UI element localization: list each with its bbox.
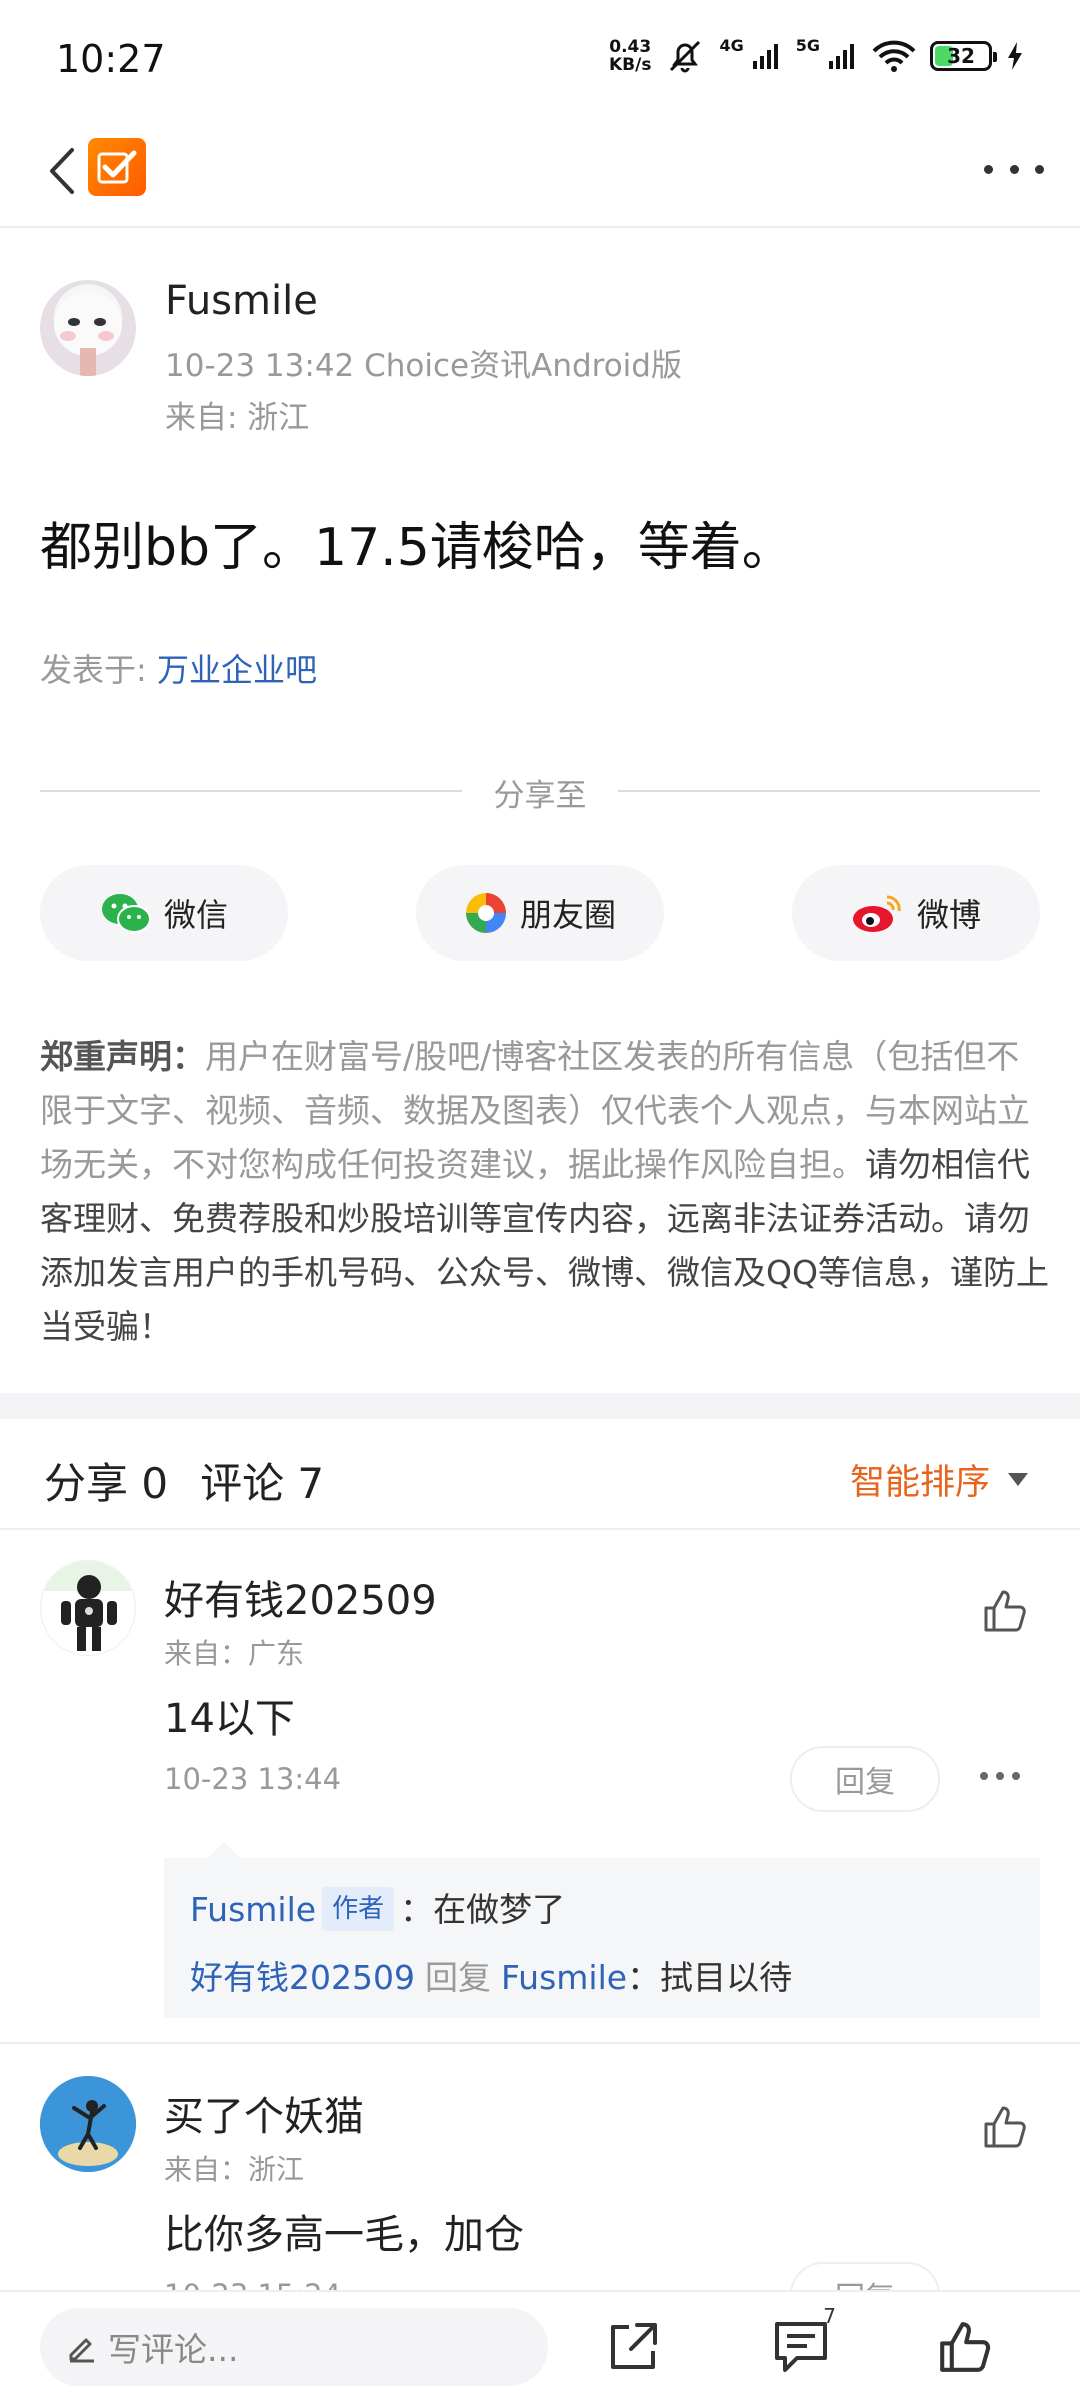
sort-dropdown[interactable]: 智能排序 <box>850 1454 1028 1505</box>
network-speed: 0.43 KB/s <box>609 37 652 75</box>
section-divider <box>0 1393 1080 1419</box>
post-content: 都别bb了。17.5请梭哈，等着。 <box>40 518 794 578</box>
comment-item: 好有钱202509 来自：广东 14以下 10-23 13:44 回复 Fusm… <box>0 1560 1080 2040</box>
author-location: 来自: 浙江 <box>165 400 310 436</box>
status-bar: 10:27 0.43 KB/s 4G 5G 32 <box>0 0 1080 118</box>
reply-target[interactable]: Fusmile <box>501 1958 627 1997</box>
author-avatar[interactable] <box>40 280 136 376</box>
commenter-location: 来自：广东 <box>164 1637 305 1670</box>
wechat-icon <box>101 894 151 933</box>
commenter-avatar[interactable] <box>40 1560 136 1656</box>
posted-in: 发表于: 万业企业吧 <box>40 651 317 689</box>
commenter-name[interactable]: 好有钱202509 <box>164 1568 437 1626</box>
comment-header: 分享 0 评论 7 智能排序 <box>0 1420 1080 1530</box>
comment-bubble-icon <box>775 2322 827 2372</box>
pencil-icon <box>69 2338 94 2363</box>
comment-item: 买了个妖猫 来自：浙江 比你多高一毛，加仓 10-23 15:24 回复 <box>0 2076 1080 2290</box>
comment-separator <box>0 2042 1080 2044</box>
share-button[interactable] <box>600 2314 666 2380</box>
dropdown-triangle-icon <box>1008 1473 1028 1486</box>
app-logo[interactable] <box>88 138 146 196</box>
chevron-left-icon <box>50 148 74 194</box>
like-post-button[interactable] <box>932 2314 998 2380</box>
post-author-block: Fusmile 10-23 13:42 Choice资讯Android版 来自:… <box>40 278 1040 438</box>
skydiver-avatar-illustration <box>40 2076 136 2172</box>
moments-icon <box>465 893 506 933</box>
reply-thread: Fusmile 作者 ：在做梦了 好有钱202509 回复 Fusmile：拭目以待 <box>164 1842 1040 2018</box>
commenter-location: 来自：浙江 <box>164 2153 305 2186</box>
avatar-illustration <box>54 292 122 376</box>
thumbs-up-icon <box>940 2322 991 2372</box>
commenter-avatar[interactable] <box>40 2076 136 2172</box>
disclaimer-title: 郑重声明： <box>40 1037 205 1076</box>
like-button[interactable] <box>980 2102 1030 2152</box>
wifi-icon <box>872 40 916 72</box>
reply-user[interactable]: 好有钱202509 <box>190 1958 415 1997</box>
share-divider: 分享至 <box>40 770 1040 814</box>
thumbs-up-icon <box>984 1590 1026 1632</box>
battery-indicator: 32 <box>930 41 997 71</box>
status-icons: 0.43 KB/s 4G 5G 32 <box>609 36 1024 76</box>
post-meta: 10-23 13:42 Choice资讯Android版 <box>165 348 682 384</box>
share-count[interactable]: 分享 0 <box>44 1459 168 1508</box>
signal-4g-label: 4G <box>719 36 744 55</box>
comment-time: 10-23 13:44 <box>164 1762 342 1796</box>
back-button[interactable] <box>36 140 86 202</box>
thumbs-up-icon <box>984 2106 1026 2148</box>
reply-user[interactable]: Fusmile <box>190 1890 316 1929</box>
author-name[interactable]: Fusmile <box>165 278 318 324</box>
comment-more-button[interactable] <box>980 1772 1020 1782</box>
share-moments-button[interactable]: 朋友圈 <box>416 865 664 961</box>
top-nav-bar <box>0 118 1080 228</box>
bottom-action-bar: 写评论... 7 <box>0 2290 1080 2400</box>
comment-text: 比你多高一毛，加仓 <box>164 2212 524 2258</box>
more-options-button[interactable] <box>984 154 1044 184</box>
share-weibo-button[interactable]: 微博 <box>792 865 1040 961</box>
comment-count-badge: 7 <box>823 2304 836 2328</box>
comment-count[interactable]: 评论 7 <box>200 1459 324 1508</box>
weibo-icon <box>852 895 901 932</box>
checkmark-icon <box>97 150 137 184</box>
charging-icon <box>1008 42 1022 70</box>
author-tag: 作者 <box>322 1887 395 1931</box>
comment-input[interactable]: 写评论... <box>40 2308 548 2386</box>
share-external-icon <box>611 2323 657 2369</box>
share-wechat-button[interactable]: 微信 <box>40 865 288 961</box>
status-time: 10:27 <box>56 37 166 81</box>
signal-5g-icon <box>829 44 854 69</box>
forum-link[interactable]: 万业企业吧 <box>157 651 317 689</box>
reply-item[interactable]: 好有钱202509 回复 Fusmile：拭目以待 <box>190 1944 1014 2012</box>
share-buttons: 微信 朋友圈 微博 <box>40 865 1040 961</box>
share-label: 分享至 <box>493 778 587 814</box>
signal-5g-label: 5G <box>795 36 820 55</box>
commenter-name[interactable]: 买了个妖猫 <box>164 2084 364 2142</box>
comment-text: 14以下 <box>164 1696 295 1742</box>
disclaimer: 郑重声明：用户在财富号/股吧/博客社区发表的所有信息（包括但不限于文字、视频、音… <box>40 1030 1050 1354</box>
robot-avatar-illustration <box>41 1561 135 1651</box>
like-button[interactable] <box>980 1586 1030 1636</box>
reply-button[interactable]: 回复 <box>790 1746 940 1812</box>
comments-button[interactable]: 7 <box>768 2304 836 2380</box>
comment-time: 10-23 15:24 <box>164 2278 341 2290</box>
reply-item[interactable]: Fusmile 作者 ：在做梦了 <box>190 1876 1014 1944</box>
reply-button[interactable]: 回复 <box>790 2262 940 2290</box>
mute-bell-icon <box>670 40 701 73</box>
signal-4g-icon <box>752 44 778 69</box>
